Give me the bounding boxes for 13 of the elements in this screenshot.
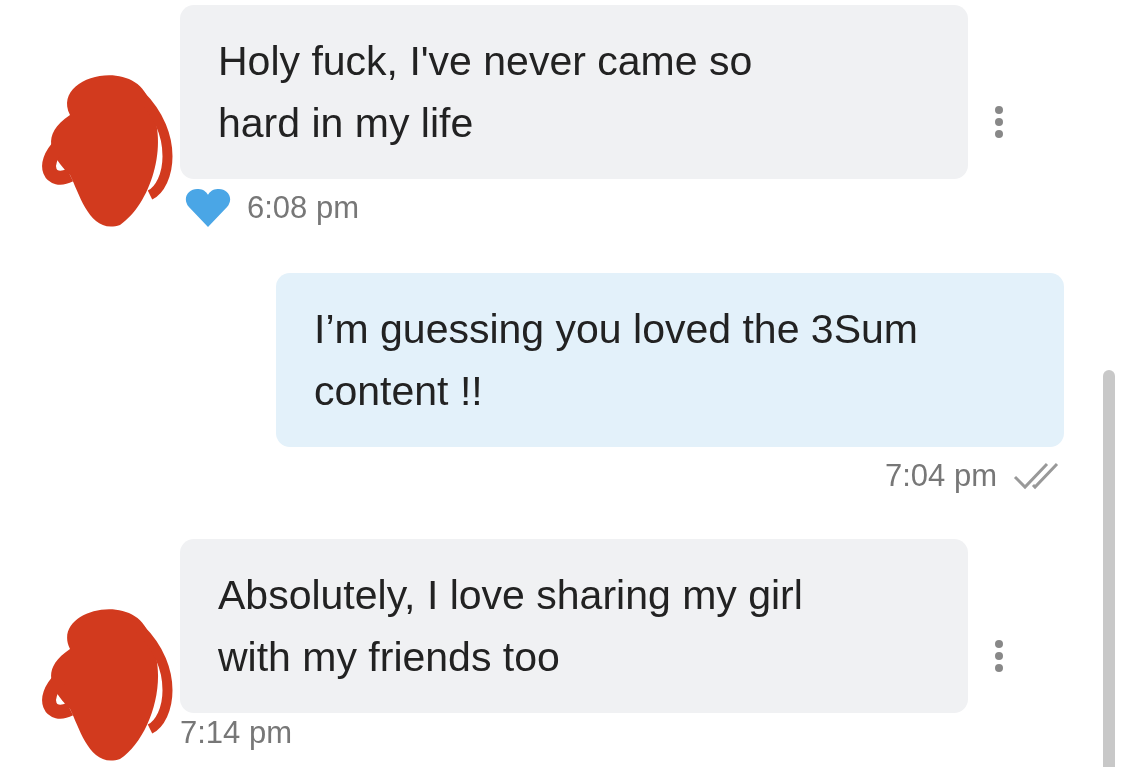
message-text: I’m guessing you loved the 3Sum <box>314 305 919 354</box>
message-text: content !! <box>314 367 484 416</box>
message-time: 7:04 pm <box>885 458 997 494</box>
more-options-icon[interactable] <box>994 105 1004 139</box>
message-text: hard in my life <box>218 99 475 148</box>
message-time: 7:14 pm <box>180 715 292 751</box>
more-options-icon[interactable] <box>994 639 1004 673</box>
message-time: 6:08 pm <box>247 190 359 226</box>
heart-icon[interactable] <box>185 188 231 228</box>
message-text: with my friends too <box>218 633 561 682</box>
scrollbar[interactable] <box>1103 370 1115 767</box>
message-text: Holy fuck, I've never came so <box>218 37 754 86</box>
message-text: Absolutely, I love sharing my girl <box>218 571 804 620</box>
